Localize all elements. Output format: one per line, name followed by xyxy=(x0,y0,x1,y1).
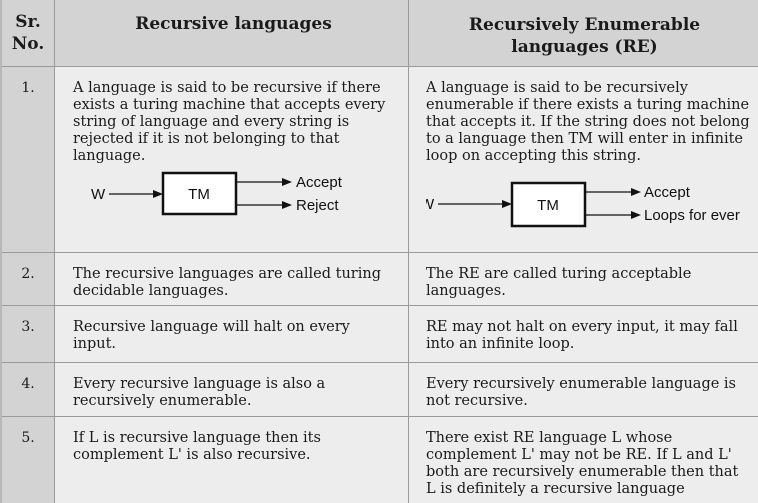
table-row: 1. A language is said to be recursive if… xyxy=(2,67,758,253)
row-re-cell: A language is said to be recursively enu… xyxy=(409,67,758,252)
row-re-cell: There exist RE language L whose compleme… xyxy=(409,417,758,503)
header-recursive-languages: Recursive languages xyxy=(55,0,409,66)
table-row: 4. Every recursive language is also a re… xyxy=(2,363,758,417)
diagram-input-label: W xyxy=(426,196,435,213)
tm-box-label: TM xyxy=(188,186,210,203)
tm-box-label: TM xyxy=(537,197,559,214)
loops-arrowhead xyxy=(631,211,641,219)
loops-for-ever-label: Loops for ever xyxy=(644,207,740,224)
row-recursive-cell: A language is said to be recursive if th… xyxy=(55,67,409,252)
row-sr-number: 2. xyxy=(2,253,55,305)
row-sr-number: 5. xyxy=(2,417,55,503)
row-re-cell: The RE are called turing acceptable lang… xyxy=(409,253,758,305)
accept-arrowhead xyxy=(631,188,641,196)
recursive-description: A language is said to be recursive if th… xyxy=(73,80,386,164)
header-sr-no: Sr. No. xyxy=(2,0,55,66)
input-arrowhead xyxy=(153,190,163,198)
re-tm-diagram: W TM Accept Loops for ever xyxy=(426,181,740,228)
header-re-languages: Recursively Enumerable languages (RE) xyxy=(409,0,758,66)
input-arrowhead xyxy=(502,200,512,208)
row-re-cell: RE may not halt on every input, it may f… xyxy=(409,306,758,362)
table-header-row: Sr. No. Recursive languages Recursively … xyxy=(2,0,758,67)
row-recursive-cell: The recursive languages are called turin… xyxy=(55,253,409,305)
row-re-cell: Every recursively enumerable language is… xyxy=(409,363,758,416)
row-sr-number: 4. xyxy=(2,363,55,416)
comparison-table: Sr. No. Recursive languages Recursively … xyxy=(0,0,758,503)
accept-label: Accept xyxy=(644,184,691,201)
recursive-tm-diagram: W TM Accept Reject xyxy=(91,171,343,216)
table-row: 3. Recursive language will halt on every… xyxy=(2,306,758,363)
row-recursive-cell: Every recursive language is also a recur… xyxy=(55,363,409,416)
row-sr-number: 3. xyxy=(2,306,55,362)
row-recursive-cell: Recursive language will halt on every in… xyxy=(55,306,409,362)
row-recursive-cell: If L is recursive language then its comp… xyxy=(55,417,409,503)
diagram-input-label: W xyxy=(91,186,106,203)
re-description: A language is said to be recursively enu… xyxy=(426,80,750,164)
accept-label: Accept xyxy=(296,174,343,191)
table-row: 5. If L is recursive language then its c… xyxy=(2,417,758,503)
table-row: 2. The recursive languages are called tu… xyxy=(2,253,758,306)
reject-label: Reject xyxy=(296,197,339,214)
accept-arrowhead xyxy=(282,178,292,186)
reject-arrowhead xyxy=(282,201,292,209)
header-sr-no-label: Sr. No. xyxy=(11,12,45,54)
row-sr-number: 1. xyxy=(2,67,55,252)
